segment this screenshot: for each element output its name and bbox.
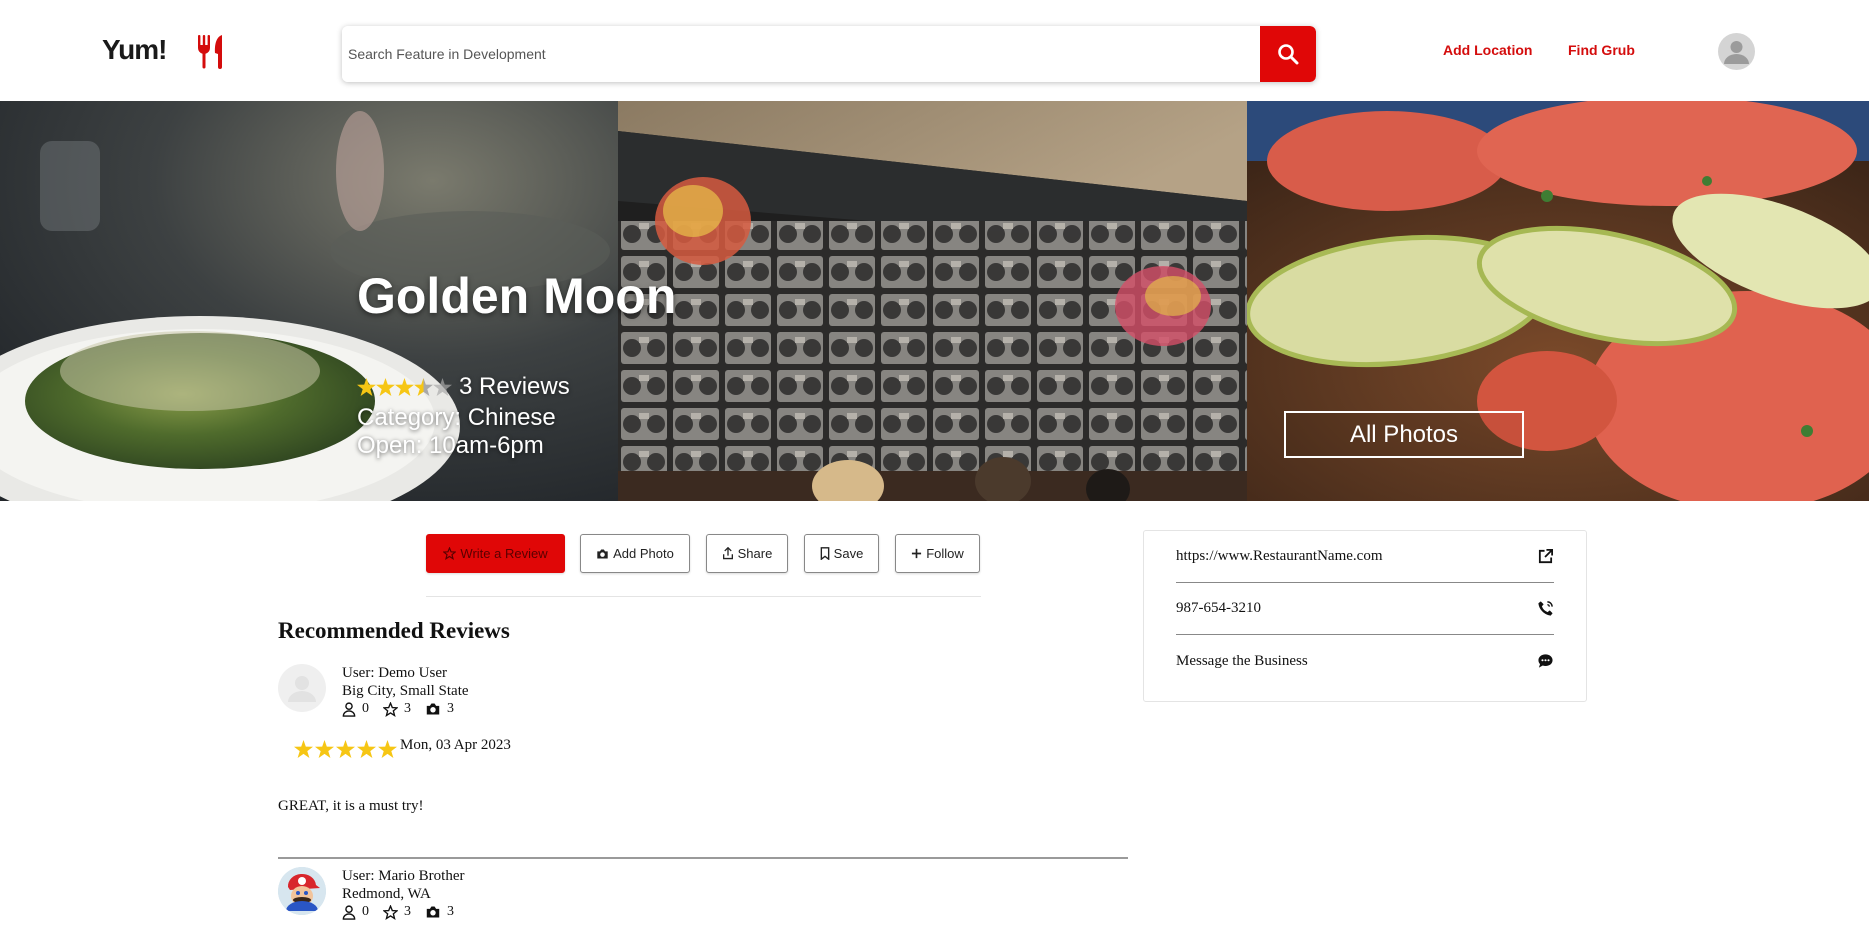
save-button[interactable]: Save bbox=[804, 534, 879, 573]
review-divider bbox=[278, 857, 1128, 859]
recommended-reviews-heading: Recommended Reviews bbox=[278, 618, 510, 643]
utensils-icon bbox=[198, 35, 222, 69]
review-rating: Mon, 03 Apr 2023 bbox=[294, 737, 511, 759]
follow-button[interactable]: Follow bbox=[895, 534, 980, 573]
star-icon bbox=[376, 378, 395, 396]
photo-count: 3 bbox=[447, 701, 454, 716]
mario-avatar-icon bbox=[278, 867, 326, 915]
share-label: Share bbox=[737, 546, 773, 561]
review-count-star-icon bbox=[383, 701, 398, 717]
friends-count: 0 bbox=[362, 701, 369, 716]
phone-row[interactable]: 987-654-3210 bbox=[1176, 583, 1554, 635]
star-icon bbox=[315, 740, 334, 758]
bookmark-icon bbox=[820, 547, 830, 560]
search-input[interactable] bbox=[342, 26, 1260, 82]
interior-photo-image bbox=[618, 101, 1247, 501]
review-count: 3 bbox=[404, 904, 411, 919]
review-item: User: Mario Brother Redmond, WA 0 3 3 bbox=[278, 867, 1128, 927]
nav-find-grub[interactable]: Find Grub bbox=[1568, 42, 1635, 58]
reviewer-info: User: Mario Brother Redmond, WA 0 3 3 bbox=[342, 867, 464, 921]
review-text: GREAT, it is a must try! bbox=[278, 798, 424, 814]
reviewer-name[interactable]: User: Demo User bbox=[342, 664, 469, 682]
friends-count: 0 bbox=[362, 904, 369, 919]
star-icon bbox=[395, 378, 414, 396]
star-icon bbox=[378, 740, 397, 758]
reviewer-location: Redmond, WA bbox=[342, 886, 431, 902]
share-icon bbox=[722, 547, 733, 560]
search-bar bbox=[342, 26, 1316, 82]
website-link[interactable]: https://www.RestaurantName.com bbox=[1176, 548, 1382, 565]
star-icon bbox=[357, 378, 376, 396]
message-business-link[interactable]: Message the Business bbox=[1176, 653, 1308, 670]
review-count: 3 bbox=[404, 701, 411, 716]
review-count-star-icon bbox=[383, 904, 398, 920]
reviewer-name[interactable]: User: Mario Brother bbox=[342, 867, 464, 885]
review-date: Mon, 03 Apr 2023 bbox=[400, 737, 511, 753]
search-icon bbox=[1278, 44, 1299, 65]
hero-review-count[interactable]: 3 Reviews bbox=[459, 373, 570, 401]
logo-text[interactable]: Yum! bbox=[102, 34, 167, 66]
default-user-avatar-icon bbox=[288, 676, 316, 702]
reviewer-info: User: Demo User Big City, Small State 0 … bbox=[342, 664, 469, 718]
reviewer-location: Big City, Small State bbox=[342, 683, 469, 699]
hero-rating: 3 Reviews bbox=[357, 373, 570, 401]
add-photo-label: Add Photo bbox=[613, 546, 674, 561]
hero-category: Category: Chinese bbox=[357, 404, 556, 431]
star-icon bbox=[357, 740, 376, 758]
star-icon bbox=[294, 740, 313, 758]
phone-icon bbox=[1537, 601, 1553, 616]
hero-rating-stars bbox=[357, 378, 452, 396]
restaurant-name: Golden Moon bbox=[357, 268, 677, 324]
save-label: Save bbox=[833, 546, 864, 561]
friends-icon bbox=[342, 701, 356, 717]
write-review-label: Write a Review bbox=[460, 546, 548, 561]
profile-avatar-button[interactable] bbox=[1718, 33, 1755, 70]
website-row[interactable]: https://www.RestaurantName.com bbox=[1176, 531, 1554, 583]
search-button[interactable] bbox=[1260, 26, 1316, 82]
external-link-icon bbox=[1538, 548, 1553, 564]
photo-count-camera-icon bbox=[426, 703, 440, 715]
add-photo-button[interactable]: Add Photo bbox=[580, 534, 690, 573]
follow-label: Follow bbox=[926, 546, 964, 561]
reviewer-avatar[interactable] bbox=[278, 867, 326, 915]
reviewer-stats: 0 3 3 bbox=[342, 903, 464, 921]
hero-hours: Open: 10am-6pm bbox=[357, 432, 544, 459]
phone-number[interactable]: 987-654-3210 bbox=[1176, 600, 1261, 617]
hero-banner: Golden Moon 3 Reviews Category: Chinese … bbox=[0, 101, 1869, 501]
write-review-button[interactable]: Write a Review bbox=[426, 534, 565, 573]
photo-count-camera-icon bbox=[426, 906, 440, 918]
share-button[interactable]: Share bbox=[706, 534, 788, 573]
star-outline-icon bbox=[443, 547, 457, 560]
star-icon bbox=[336, 740, 355, 758]
all-photos-button[interactable]: All Photos bbox=[1284, 411, 1524, 458]
chat-bubble-icon bbox=[1537, 654, 1553, 668]
star-half-icon bbox=[414, 378, 433, 396]
photo-count: 3 bbox=[447, 904, 454, 919]
user-avatar-icon bbox=[1724, 41, 1749, 64]
friends-icon bbox=[342, 904, 356, 920]
hero-photo-interior[interactable] bbox=[618, 101, 1247, 501]
top-nav-bar: Yum! Add Location Find Grub bbox=[0, 0, 1869, 101]
star-empty-icon bbox=[433, 378, 452, 396]
section-divider bbox=[426, 596, 981, 597]
nav-add-location[interactable]: Add Location bbox=[1443, 42, 1532, 58]
camera-icon bbox=[597, 548, 608, 559]
message-row[interactable]: Message the Business bbox=[1176, 635, 1554, 687]
reviewer-stats: 0 3 3 bbox=[342, 700, 469, 718]
plus-icon bbox=[912, 548, 922, 559]
reviewer-avatar[interactable] bbox=[278, 664, 326, 712]
review-rating-stars bbox=[294, 740, 397, 758]
business-info-card: https://www.RestaurantName.com 987-654-3… bbox=[1143, 530, 1587, 702]
review-item: User: Demo User Big City, Small State 0 … bbox=[278, 664, 1128, 824]
